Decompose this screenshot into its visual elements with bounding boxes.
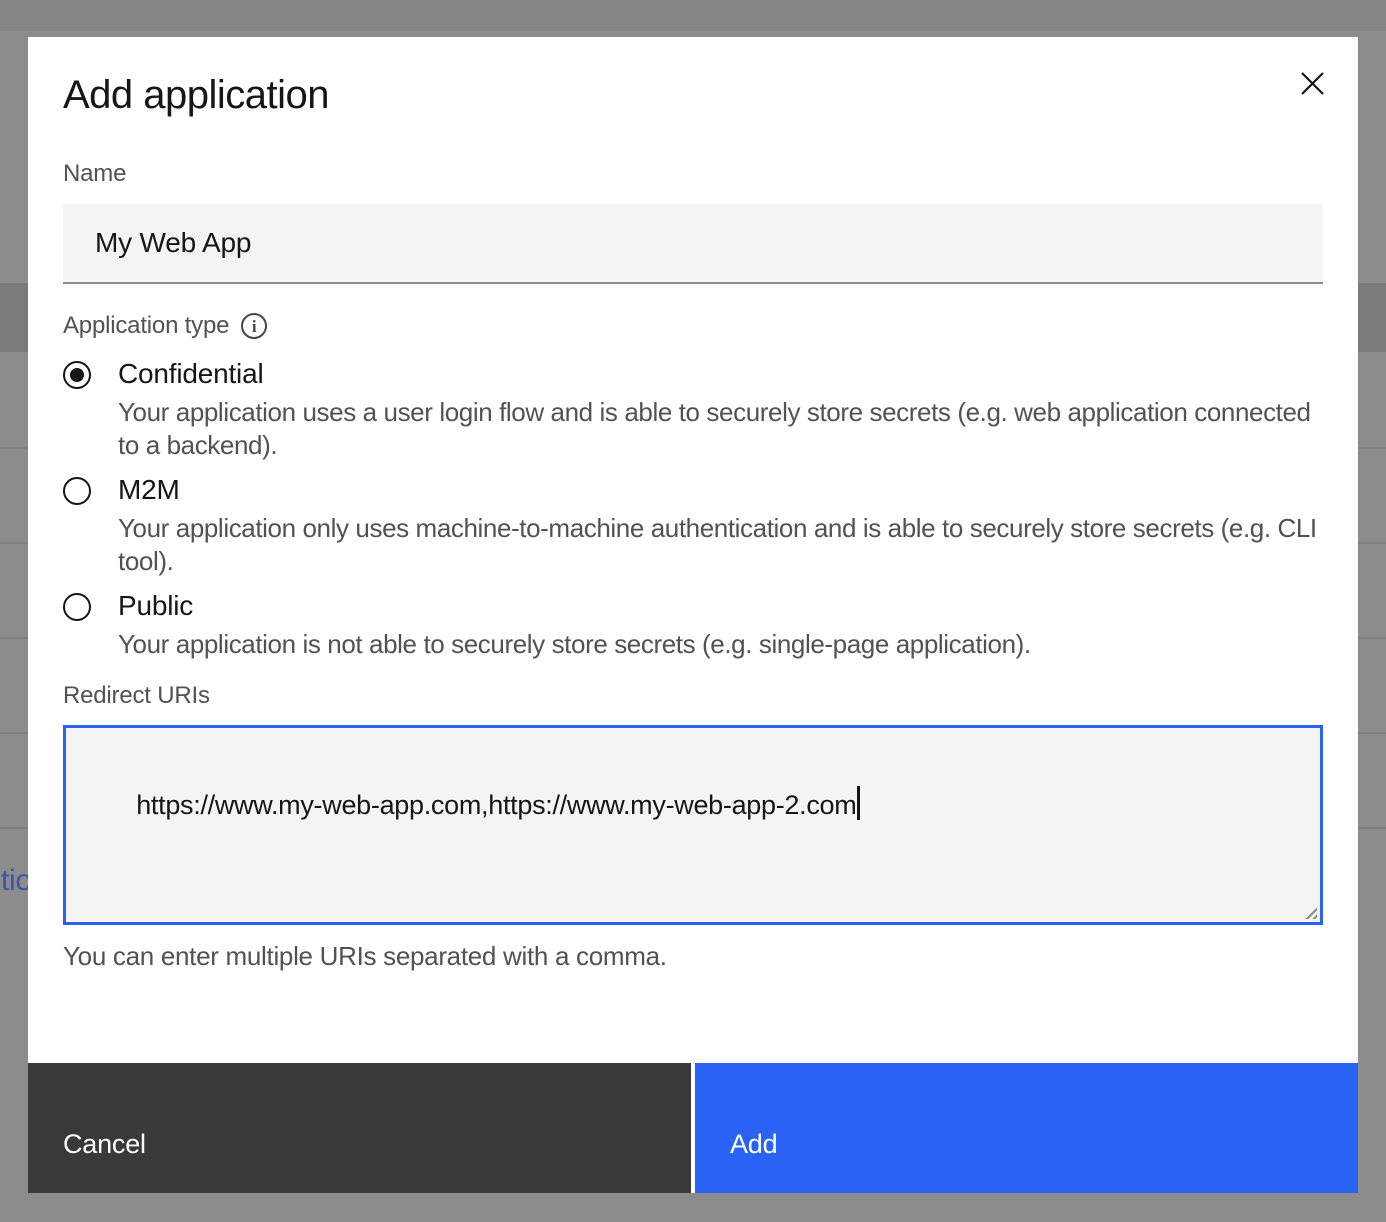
radio-description: Your application only uses machine-to-ma…: [118, 512, 1323, 578]
textarea-resize-handle[interactable]: [1302, 904, 1317, 919]
radio-label: M2M: [118, 474, 180, 506]
radio-description: Your application uses a user login flow …: [118, 396, 1323, 462]
name-field-label: Name: [63, 160, 1323, 188]
background-top-bar: [0, 0, 1386, 31]
radio-label: Public: [118, 590, 193, 622]
application-type-label: Application type: [63, 312, 229, 340]
modal-title: Add application: [63, 37, 1323, 117]
add-button[interactable]: Add: [695, 1063, 1358, 1193]
redirect-uris-textarea[interactable]: https://www.my-web-app.com,https://www.m…: [63, 725, 1323, 925]
modal-footer: Cancel Add: [28, 1063, 1358, 1193]
name-input[interactable]: [63, 204, 1323, 284]
redirect-uris-value: https://www.my-web-app.com,https://www.m…: [136, 790, 856, 820]
redirect-uris-label: Redirect URIs: [63, 682, 1323, 710]
radio-button-public: [63, 593, 91, 621]
add-application-modal: Add application Name Application type i …: [28, 37, 1358, 1193]
radio-label: Confidential: [118, 358, 263, 390]
application-type-radio-group: Confidential Your application uses a use…: [63, 358, 1323, 661]
radio-option-public[interactable]: Public Your application is not able to s…: [63, 590, 1323, 661]
radio-description: Your application is not able to securely…: [118, 628, 1323, 661]
redirect-uris-helper-text: You can enter multiple URIs separated wi…: [63, 941, 1323, 972]
text-cursor: [857, 786, 860, 820]
radio-button-m2m: [63, 477, 91, 505]
radio-button-confidential: [63, 361, 91, 389]
radio-option-m2m[interactable]: M2M Your application only uses machine-t…: [63, 474, 1323, 578]
info-icon[interactable]: i: [241, 313, 267, 339]
radio-option-confidential[interactable]: Confidential Your application uses a use…: [63, 358, 1323, 462]
cancel-button[interactable]: Cancel: [28, 1063, 691, 1193]
